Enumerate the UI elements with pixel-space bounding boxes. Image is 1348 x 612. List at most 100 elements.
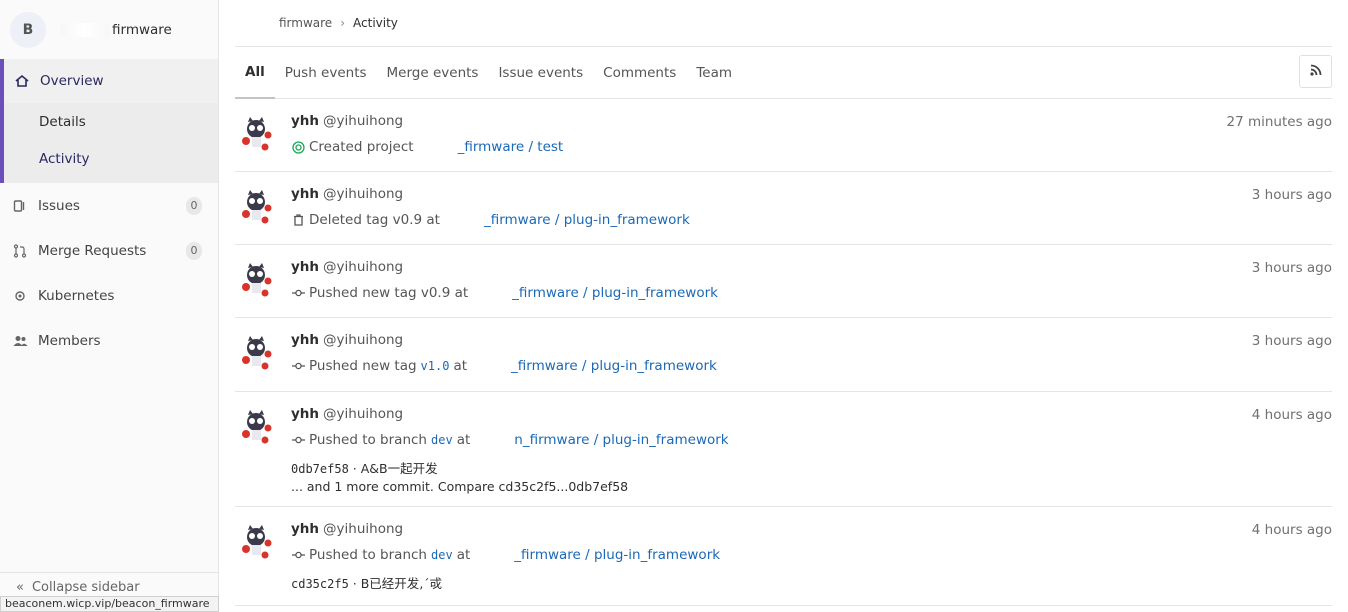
sidebar-item-label: Members [38,332,101,349]
commit-icon [291,362,305,370]
chevron-right-icon: › [340,16,346,30]
tab-all[interactable]: All [235,47,275,99]
sidebar-item-members[interactable]: Members [0,318,218,363]
event-action: Pushed new tag v0.9 at _firmware / plug-… [291,283,1332,303]
event-item: yhh @yihuihong 4 hours ago Pushed to bran… [235,392,1332,507]
event-header: yhh @yihuihong [291,186,1332,206]
event-time: 4 hours ago [1251,522,1332,538]
browser-status-url: beaconem.wicp.vip/beacon_firmware [0,596,219,612]
event-handle[interactable]: @yihuihong [323,113,403,129]
avatar[interactable] [239,334,277,372]
event-header: yhh @yihuihong [291,259,1332,279]
breadcrumb-current: Activity [353,16,398,30]
sidebar-item-details[interactable]: Details [4,103,218,140]
commit-icon [291,436,305,444]
avatar[interactable] [239,523,277,561]
sidebar-item-overview[interactable]: Overview [4,59,218,103]
avatar[interactable] [239,261,277,299]
event-action: Pushed to branch dev at _firmware / plug… [291,545,1332,565]
commit-row: cd35c2f5 · B已经开发‚ˊ戓 [291,573,1332,592]
event-time: 3 hours ago [1251,260,1332,276]
event-item: yhh @yihuihong 3 hours ago Pushed new tag… [235,245,1332,318]
event-action-text: Pushed new tag v0.9 at [309,285,469,301]
users-icon [12,333,28,349]
commit-sha[interactable]: 0db7ef58 [291,462,349,476]
main-content: firmware › Activity All Push events Merg… [235,0,1332,606]
event-user[interactable]: yhh [291,113,319,129]
merge-request-icon [12,243,28,259]
avatar[interactable] [239,115,277,153]
event-time: 3 hours ago [1251,333,1332,349]
avatar[interactable] [239,188,277,226]
collapse-icon: « [16,580,24,595]
event-item: yhh @yihuihong 4 hours ago Pushed to bran… [235,507,1332,606]
event-header: yhh @yihuihong [291,332,1332,352]
sidebar-item-label: Merge Requests [38,242,147,259]
tab-merge-events[interactable]: Merge events [377,47,489,99]
event-handle[interactable]: @yihuihong [323,186,403,202]
sidebar-item-activity[interactable]: Activity [4,140,218,177]
home-icon [14,73,30,89]
group-header[interactable]: B firmware [0,0,218,59]
merge-requests-count-badge: 0 [186,241,202,260]
event-action-suffix: at [456,432,471,448]
event-target-link[interactable]: _firmware / plug-in_framework [484,212,690,228]
event-target-link[interactable]: n_firmware / plug-in_framework [514,432,728,448]
event-action-text: Pushed to branch [309,547,427,563]
sidebar-item-label: Issues [38,197,80,214]
sidebar: B firmware Overview Details Activity Iss… [0,0,219,612]
event-user[interactable]: yhh [291,406,319,422]
event-item: yhh @yihuihong 27 minutes ago Created pro… [235,99,1332,172]
event-user[interactable]: yhh [291,521,319,537]
event-action: Pushed new tag v1.0 at _firmware / plug-… [291,356,1332,376]
event-user[interactable]: yhh [291,332,319,348]
event-target-link[interactable]: _firmware / plug-in_framework [512,285,718,301]
event-time: 27 minutes ago [1226,114,1332,130]
breadcrumb-parent[interactable]: firmware [279,16,332,30]
event-handle[interactable]: @yihuihong [323,521,403,537]
sidebar-item-merge-requests[interactable]: Merge Requests 0 [0,228,218,273]
event-user[interactable]: yhh [291,186,319,202]
tab-team[interactable]: Team [686,47,742,99]
event-target-link[interactable]: _firmware / test [458,139,564,155]
compare-link[interactable]: ... and 1 more commit. Compare cd35c2f5.… [291,479,1332,494]
tab-comments[interactable]: Comments [593,47,686,99]
commit-icon [291,551,305,559]
sidebar-item-kubernetes[interactable]: Kubernetes [0,273,218,318]
event-time: 4 hours ago [1251,407,1332,423]
event-header: yhh @yihuihong [291,521,1332,541]
event-action: Created project _firmware / test [291,137,1332,157]
issues-icon [12,198,28,214]
tab-issue-events[interactable]: Issue events [488,47,593,99]
rss-icon [1309,64,1322,80]
event-user[interactable]: yhh [291,259,319,275]
rss-button[interactable] [1299,55,1332,88]
event-time: 3 hours ago [1251,187,1332,203]
cloud-gear-icon [12,288,28,304]
event-action-text: Pushed to branch [309,432,427,448]
group-name[interactable]: firmware [60,22,172,38]
event-handle[interactable]: @yihuihong [323,332,403,348]
trash-icon [291,214,305,226]
event-filter-tabs: All Push events Merge events Issue event… [235,46,1332,99]
event-target-link[interactable]: _firmware / plug-in_framework [514,547,720,563]
branch-ref[interactable]: dev [431,433,453,447]
branch-ref[interactable]: dev [431,548,453,562]
tag-ref[interactable]: v1.0 [421,359,450,373]
event-header: yhh @yihuihong [291,406,1332,426]
event-item: yhh @yihuihong 3 hours ago Deleted tag v0… [235,172,1332,245]
group-avatar: B [10,11,46,48]
event-action: Pushed to branch dev at n_firmware / plu… [291,430,1332,450]
sidebar-item-label: Kubernetes [38,287,115,304]
event-target-link[interactable]: _firmware / plug-in_framework [511,358,717,374]
tab-push-events[interactable]: Push events [275,47,377,99]
event-item: yhh @yihuihong 3 hours ago Pushed new tag… [235,318,1332,392]
avatar[interactable] [239,408,277,446]
sidebar-item-label: Overview [40,73,104,89]
commit-sha[interactable]: cd35c2f5 [291,577,349,591]
event-header: yhh @yihuihong [291,113,1332,133]
event-handle[interactable]: @yihuihong [323,406,403,422]
sidebar-item-issues[interactable]: Issues 0 [0,183,218,228]
commit-icon [291,289,305,297]
event-handle[interactable]: @yihuihong [323,259,403,275]
